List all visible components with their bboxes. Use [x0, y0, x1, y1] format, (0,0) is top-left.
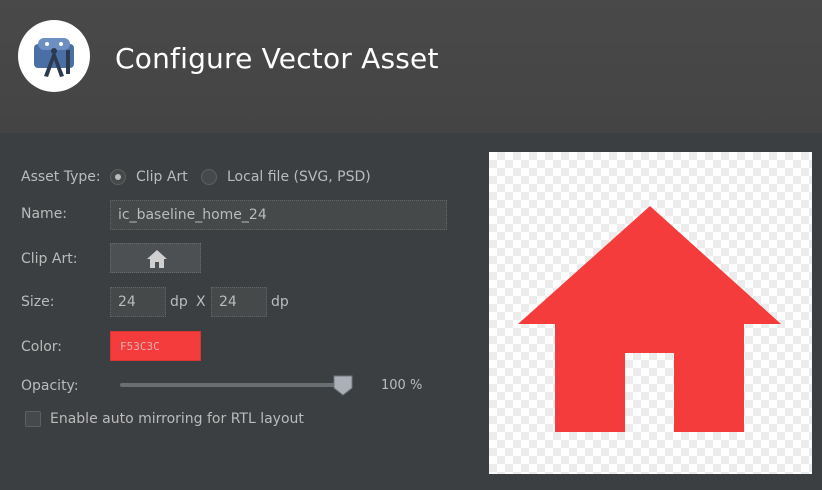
- color-label: Color:: [21, 339, 63, 355]
- asset-type-label: Asset Type:: [21, 169, 101, 185]
- clip-art-radio[interactable]: [110, 169, 126, 185]
- color-hex-value: F53C3C: [120, 340, 160, 353]
- size-width-unit: dp: [170, 294, 188, 310]
- size-width-input[interactable]: 24: [110, 287, 166, 317]
- color-picker-button[interactable]: F53C3C: [110, 331, 201, 361]
- opacity-slider-track[interactable]: [120, 383, 342, 387]
- dialog-header: Configure Vector Asset: [0, 0, 822, 133]
- local-file-radio-label[interactable]: Local file (SVG, PSD): [227, 169, 371, 185]
- clip-art-radio-label[interactable]: Clip Art: [136, 169, 188, 185]
- icon-preview: [489, 152, 812, 474]
- opacity-slider-thumb[interactable]: [333, 375, 353, 396]
- size-height-input[interactable]: 24: [211, 287, 267, 317]
- home-icon: [147, 250, 167, 268]
- android-studio-logo-icon: [18, 20, 90, 92]
- clip-art-button[interactable]: [110, 243, 201, 273]
- opacity-label: Opacity:: [21, 378, 79, 394]
- dialog-title: Configure Vector Asset: [115, 42, 439, 75]
- opacity-value: 100 %: [381, 378, 423, 393]
- size-label: Size:: [21, 294, 55, 310]
- auto-mirroring-label[interactable]: Enable auto mirroring for RTL layout: [50, 411, 304, 427]
- auto-mirroring-checkbox[interactable]: [25, 411, 41, 427]
- name-label: Name:: [21, 206, 68, 222]
- name-input[interactable]: ic_baseline_home_24: [110, 200, 447, 230]
- local-file-radio[interactable]: [201, 169, 217, 185]
- clip-art-label: Clip Art:: [21, 251, 78, 267]
- size-height-unit: dp: [271, 294, 289, 310]
- size-separator: X: [196, 294, 206, 310]
- home-icon: [518, 206, 781, 432]
